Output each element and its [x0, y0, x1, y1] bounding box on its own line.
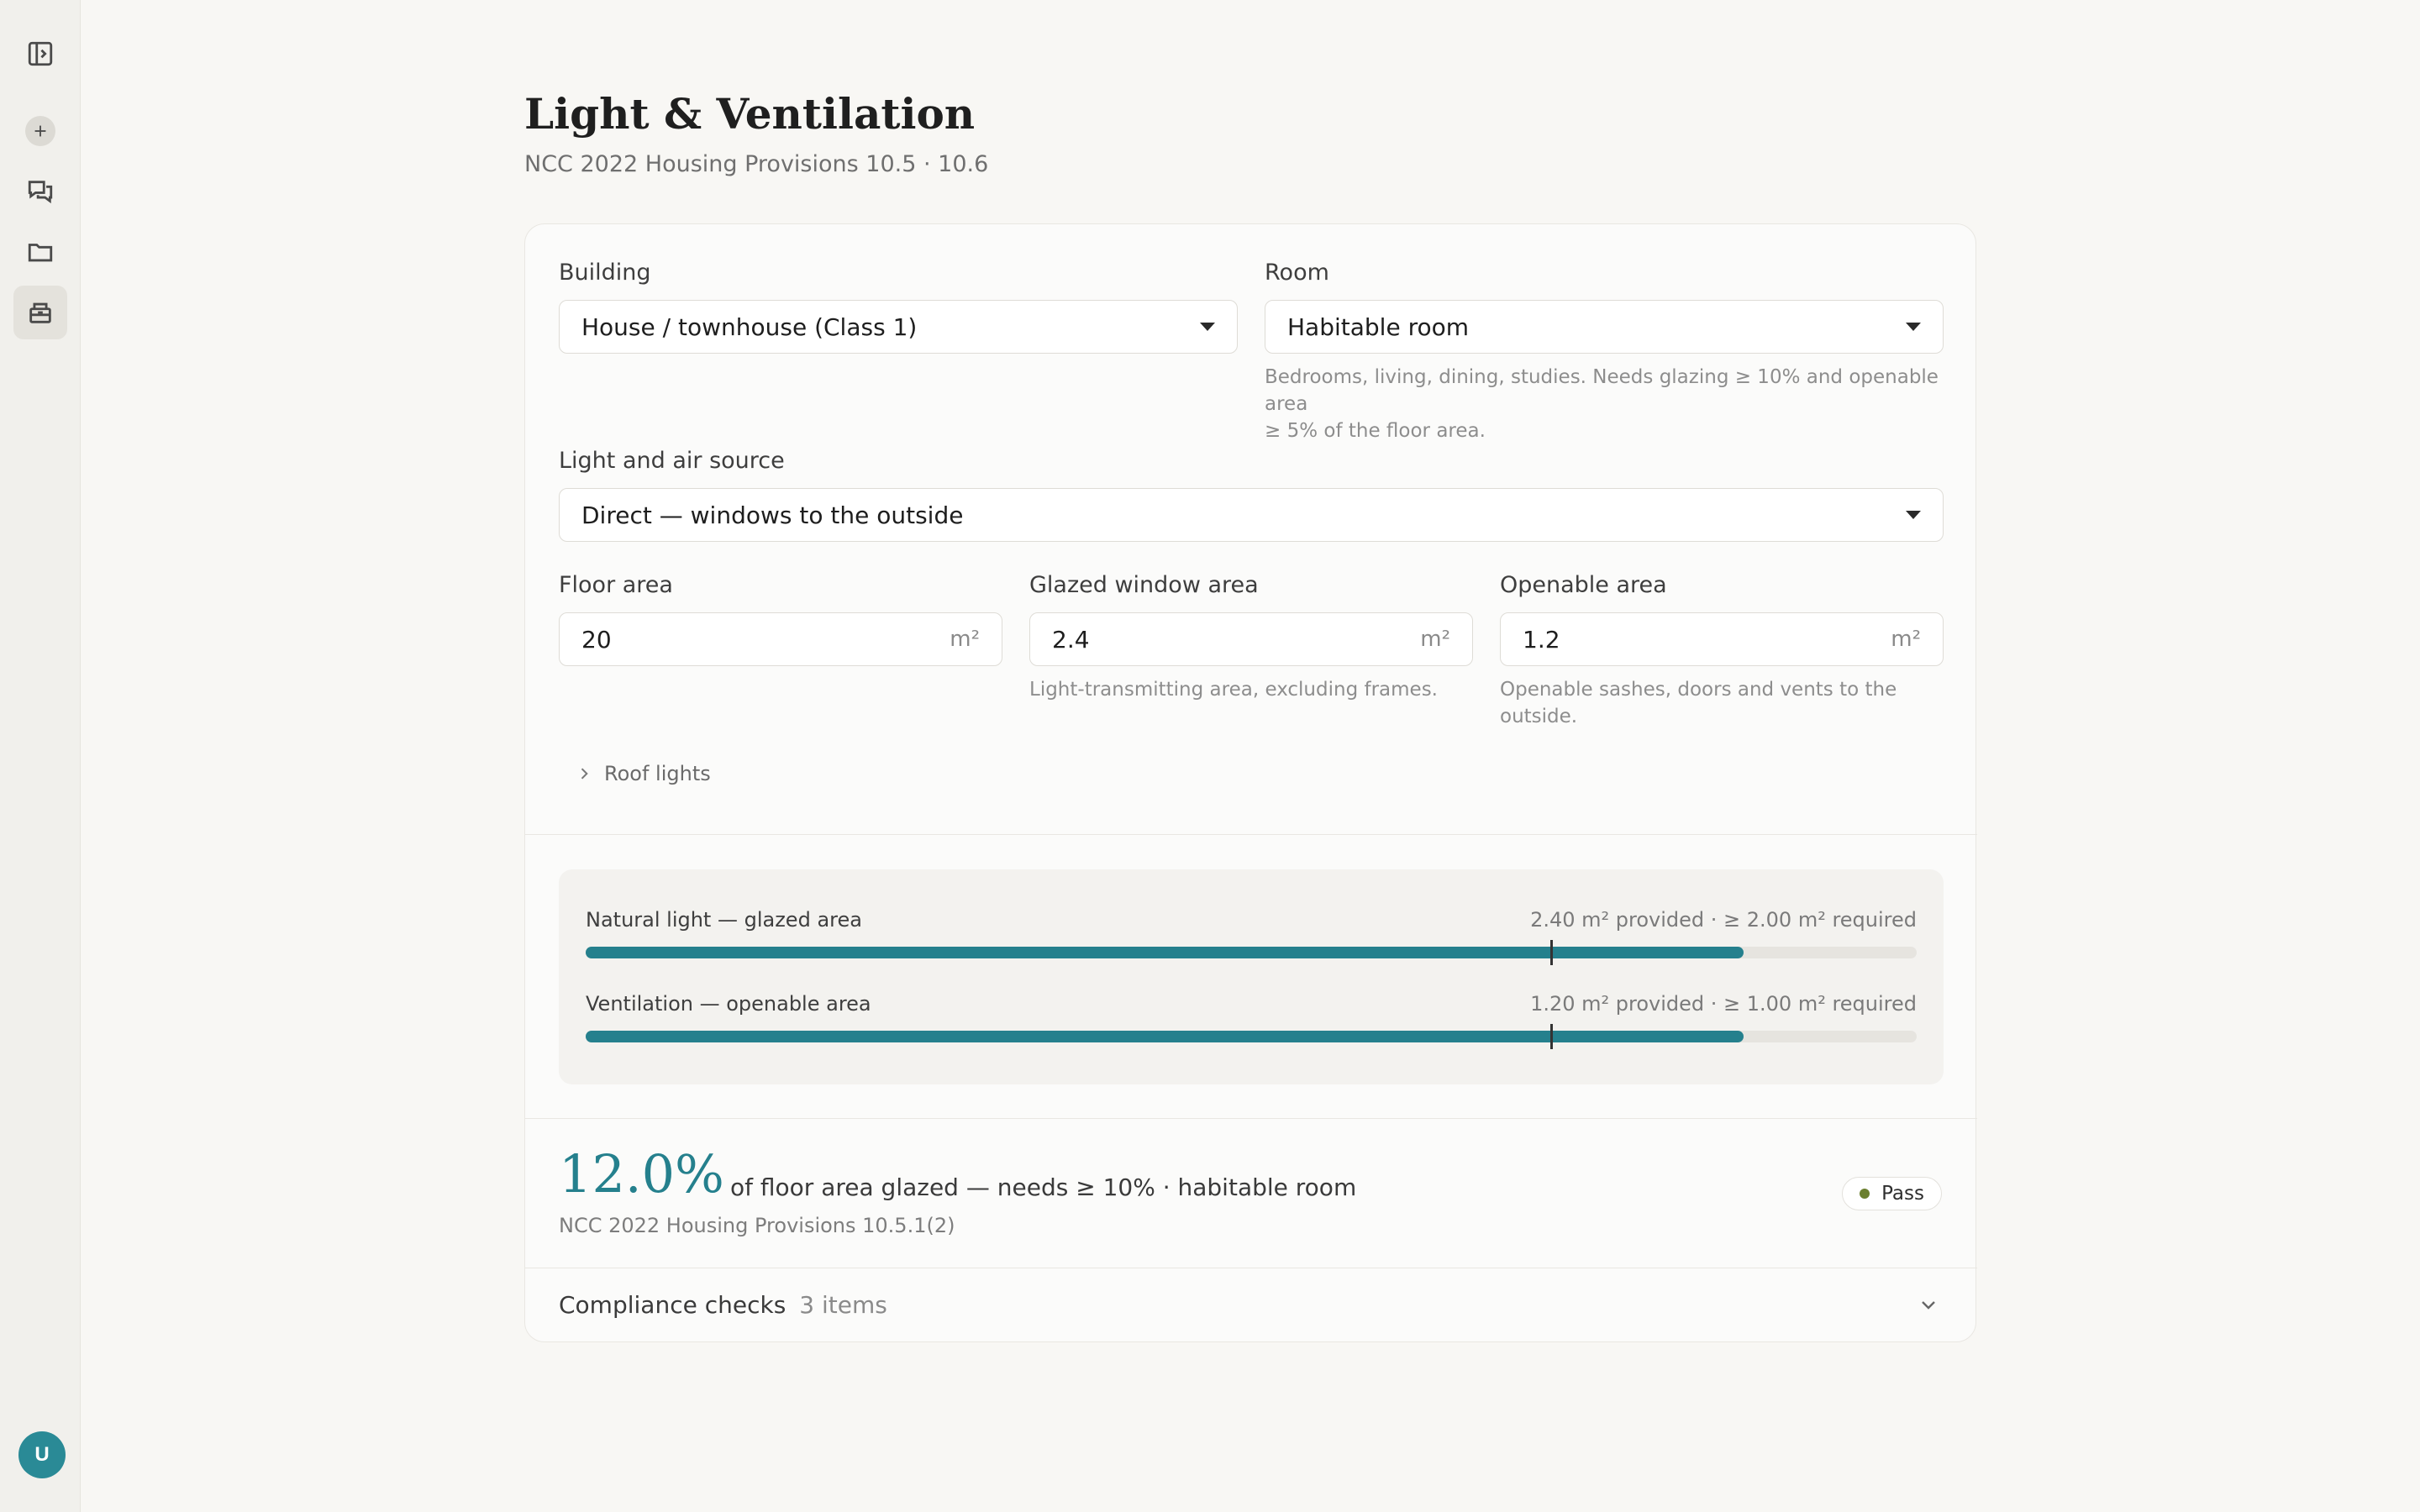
building-value: House / townhouse (Class 1): [581, 312, 918, 341]
room-label: Room: [1265, 260, 1329, 286]
compliance-checks-label: Compliance checks: [559, 1291, 786, 1319]
compliance-checks-toggle[interactable]: Compliance checks 3 items: [559, 1291, 887, 1319]
compliance-checks-count: 3 items: [799, 1291, 887, 1319]
new-chat-button[interactable]: [13, 104, 67, 158]
meter-vent-track: [586, 1024, 1917, 1049]
status-dot: [1860, 1189, 1870, 1199]
openable-area-label: Openable area: [1500, 572, 1667, 598]
openable-area-input[interactable]: 1.2 m²: [1500, 612, 1944, 666]
meter-vent-fill: [586, 1031, 1744, 1042]
toggle-sidebar-button[interactable]: [13, 27, 67, 81]
result-description: of floor area glazed — needs ≥ 10% · hab…: [730, 1173, 1357, 1201]
result-reference: NCC 2022 Housing Provisions 10.5.1(2): [559, 1214, 955, 1237]
toggle-sidebar-icon: [28, 41, 53, 66]
expand-compliance-button[interactable]: [1918, 1294, 1939, 1315]
building-label: Building: [559, 260, 651, 286]
floor-area-value: 20: [581, 625, 612, 654]
source-value: Direct — windows to the outside: [581, 501, 964, 529]
avatar[interactable]: U: [18, 1431, 66, 1478]
openable-area-value: 1.2: [1523, 625, 1560, 654]
chats-icon: [28, 181, 53, 204]
glazed-area-label: Glazed window area: [1029, 572, 1259, 598]
meter-light-readout: 2.40 m² provided · ≥ 2.00 m² required: [1530, 908, 1917, 932]
roof-lights-label: Roof lights: [604, 762, 711, 785]
caret-down-icon: [1906, 511, 1921, 519]
meter-light-fill: [586, 947, 1744, 958]
glazed-area-input[interactable]: 2.4 m²: [1029, 612, 1473, 666]
room-select[interactable]: Habitable room: [1265, 300, 1944, 354]
meter-light-track: [586, 940, 1917, 965]
calculator-card: Building House / townhouse (Class 1) Roo…: [524, 223, 1977, 1342]
room-help: Bedrooms, living, dining, studies. Needs…: [1265, 366, 1939, 442]
chats-button[interactable]: [13, 165, 67, 218]
chevron-down-icon: [1922, 1301, 1935, 1310]
glazed-area-unit: m²: [1420, 627, 1450, 652]
meter-vent-readout: 1.20 m² provided · ≥ 1.00 m² required: [1530, 992, 1917, 1016]
status-badge: Pass: [1842, 1177, 1942, 1210]
compliance-meters: Natural light — glazed area 2.40 m² prov…: [559, 869, 1944, 1084]
glazed-area-help: Light-transmitting area, excluding frame…: [1029, 679, 1438, 701]
source-select[interactable]: Direct — windows to the outside: [559, 488, 1944, 542]
caret-down-icon: [1906, 323, 1921, 331]
chevron-right-icon: [581, 768, 588, 780]
page-subtitle: NCC 2022 Housing Provisions 10.5 · 10.6: [524, 151, 989, 177]
new-chat-icon: [34, 125, 46, 137]
floor-area-unit: m²: [950, 627, 980, 652]
meter-vent-label: Ventilation — openable area: [586, 992, 871, 1016]
meter-light-label: Natural light — glazed area: [586, 908, 862, 932]
tools-button[interactable]: [13, 286, 67, 339]
result-percent: 12.0%: [559, 1143, 724, 1205]
status-label: Pass: [1881, 1183, 1924, 1205]
sidebar: U: [0, 0, 81, 1512]
projects-icon: [28, 244, 53, 262]
projects-button[interactable]: [13, 225, 67, 279]
openable-area-unit: m²: [1891, 627, 1921, 652]
roof-lights-toggle[interactable]: Roof lights: [576, 762, 711, 785]
room-value: Habitable room: [1287, 312, 1470, 341]
meter-vent-threshold: [1550, 1024, 1554, 1049]
floor-area-label: Floor area: [559, 572, 673, 598]
divider: [525, 834, 1977, 835]
divider: [525, 1118, 1977, 1119]
building-select[interactable]: House / townhouse (Class 1): [559, 300, 1238, 354]
tools-icon: [29, 302, 51, 323]
page-title: Light & Ventilation: [524, 89, 976, 139]
source-label: Light and air source: [559, 448, 785, 474]
glazed-area-value: 2.4: [1052, 625, 1090, 654]
openable-area-help: Openable sashes, doors and vents to the …: [1500, 679, 1897, 727]
caret-down-icon: [1200, 323, 1215, 331]
floor-area-input[interactable]: 20 m²: [559, 612, 1002, 666]
meter-light-threshold: [1550, 940, 1554, 965]
